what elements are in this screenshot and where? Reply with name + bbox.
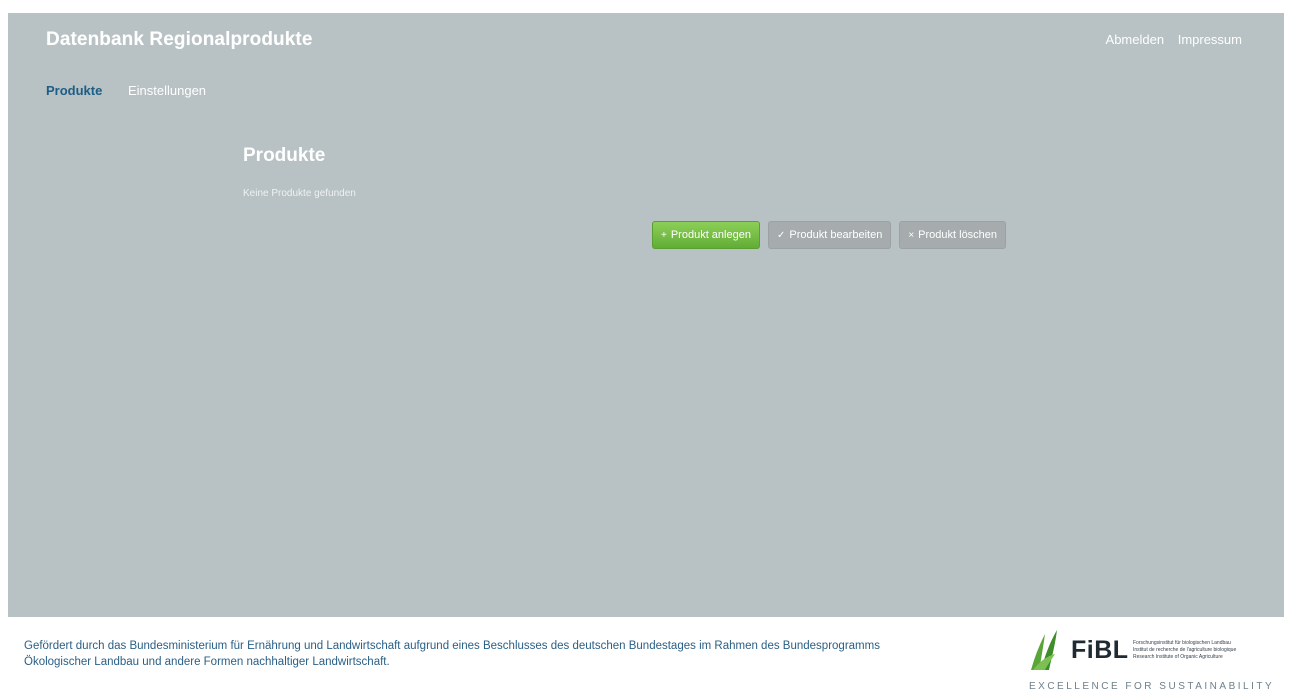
fibl-leaf-icon [1031, 630, 1057, 670]
pencil-icon: ✓ [776, 229, 786, 241]
nav-item-produkte[interactable]: Produkte [46, 83, 102, 98]
page-title: Produkte [243, 145, 326, 166]
create-product-button[interactable]: + Produkt anlegen [652, 221, 760, 249]
logout-link[interactable]: Abmelden [1106, 32, 1165, 47]
action-bar: + Produkt anlegen ✓ Produkt bearbeiten ×… [652, 221, 1007, 249]
fibl-institute-names: Forschungsinstitut für biologischen Land… [1133, 640, 1283, 661]
empty-state-message: Keine Produkte gefunden [243, 188, 356, 199]
close-icon: × [908, 229, 915, 241]
nav-item-einstellungen[interactable]: Einstellungen [128, 83, 206, 98]
edit-product-label: Produkt bearbeiten [789, 229, 883, 241]
plus-icon: + [661, 229, 667, 241]
imprint-link[interactable]: Impressum [1178, 32, 1242, 47]
fibl-wordmark: FiBL [1071, 636, 1129, 664]
main-nav: Produkte Einstellungen [46, 83, 228, 98]
create-product-label: Produkt anlegen [670, 229, 751, 241]
fibl-line-en: Research Institute of Organic Agricultur… [1133, 654, 1223, 660]
delete-product-button[interactable]: × Produkt löschen [899, 221, 1007, 249]
fibl-line-de: Forschungsinstitut für biologischen Land… [1133, 640, 1231, 646]
main-panel: Datenbank Regionalprodukte Abmelden Impr… [8, 13, 1284, 617]
app-title: Datenbank Regionalprodukte [46, 29, 313, 50]
funding-notice: Gefördert durch das Bundesministerium fü… [24, 640, 880, 668]
top-links: Abmelden Impressum [1096, 32, 1242, 47]
edit-product-button[interactable]: ✓ Produkt bearbeiten [767, 221, 892, 249]
page: Datenbank Regionalprodukte Abmelden Impr… [0, 0, 1292, 700]
fibl-tagline: EXCELLENCE FOR SUSTAINABILITY [1029, 681, 1275, 692]
delete-product-label: Produkt löschen [918, 229, 998, 241]
fibl-logo[interactable]: FiBL Forschungsinstitut für biologischen… [1025, 626, 1285, 696]
fibl-line-fr: Institut de recherche de l'agriculture b… [1133, 647, 1237, 653]
